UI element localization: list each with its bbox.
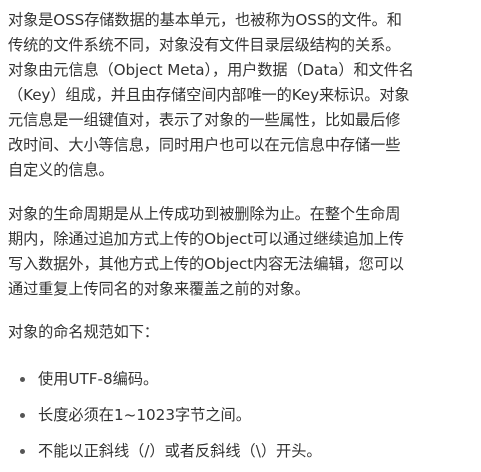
- list-item-text: 长度必须在1~1023字节之间。: [38, 406, 251, 424]
- paragraph-object-lifecycle: 对象的生命周期是从上传成功到被删除为止。在整个生命周 期内，除通过追加方式上传的…: [8, 202, 471, 302]
- list-item-text: 不能以正斜线（/）或者反斜线（\）开头。: [38, 442, 322, 460]
- list-item-text: 使用UTF-8编码。: [38, 370, 159, 388]
- text-line: 传统的文件系统不同，对象没有文件目录层级结构的关系。: [8, 36, 401, 54]
- list-item: 使用UTF-8编码。: [8, 361, 471, 397]
- bullet-icon: [20, 413, 25, 418]
- list-item: 长度必须在1~1023字节之间。: [8, 397, 471, 433]
- text-line: 写入数据外，其他方式上传的Object内容无法编辑，您可以: [8, 255, 404, 273]
- text-line: 元信息是一组键值对，表示了对象的一些属性，比如最后修: [8, 111, 401, 129]
- bullet-icon: [20, 449, 25, 454]
- text-line: 期内，除通过追加方式上传的Object可以通过继续追加上传: [8, 230, 404, 248]
- paragraph-naming-intro: 对象的命名规范如下：: [8, 320, 471, 345]
- text-line: 对象的生命周期是从上传成功到被删除为止。在整个生命周: [8, 205, 401, 223]
- text-line: （Key）组成，并且由存储空间内部唯一的Key来标识。对象: [8, 86, 410, 104]
- text-line: 对象的命名规范如下：: [8, 323, 159, 341]
- naming-rules-list: 使用UTF-8编码。 长度必须在1~1023字节之间。 不能以正斜线（/）或者反…: [8, 361, 471, 469]
- text-line: 改时间、大小等信息，同时用户也可以在元信息中存储一些: [8, 136, 401, 154]
- text-line: 自定义的信息。: [8, 161, 114, 179]
- paragraph-object-definition: 对象是OSS存储数据的基本单元，也被称为OSS的文件。和 传统的文件系统不同，对…: [8, 8, 471, 183]
- text-line: 通过重复上传同名的对象来覆盖之前的对象。: [8, 280, 310, 298]
- text-line: 对象是OSS存储数据的基本单元，也被称为OSS的文件。和: [8, 11, 402, 29]
- bullet-icon: [20, 377, 25, 382]
- text-line: 对象由元信息（Object Meta），用户数据（Data）和文件名: [8, 61, 414, 79]
- list-item: 不能以正斜线（/）或者反斜线（\）开头。: [8, 433, 471, 469]
- document-body: 对象是OSS存储数据的基本单元，也被称为OSS的文件。和 传统的文件系统不同，对…: [0, 0, 481, 472]
